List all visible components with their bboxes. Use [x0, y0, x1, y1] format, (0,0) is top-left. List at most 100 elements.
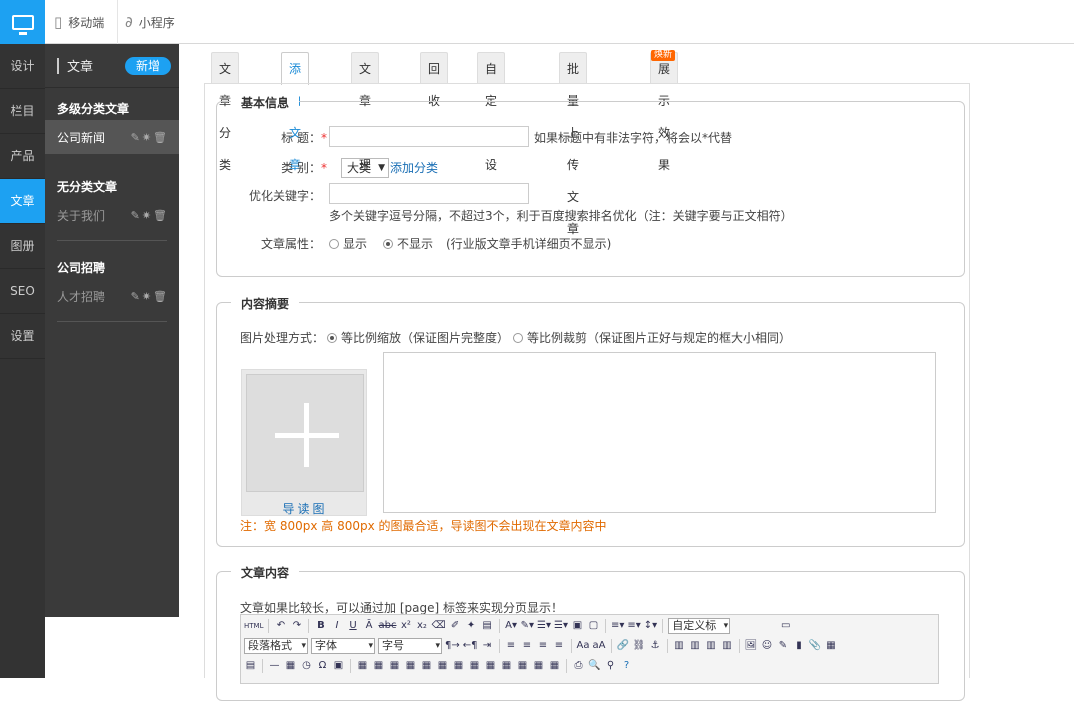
- nav-item-albums[interactable]: 图册: [0, 224, 45, 269]
- superscript-icon[interactable]: x²: [399, 619, 412, 633]
- bold-icon[interactable]: B: [314, 619, 327, 633]
- scrawl-icon[interactable]: ✎: [777, 639, 790, 653]
- tab-display-effect[interactable]: 展示效果 焕新: [650, 50, 679, 172]
- font-size-select[interactable]: 字号: [378, 638, 442, 654]
- edit-icon[interactable]: ✎: [131, 209, 142, 222]
- preview-icon[interactable]: 🔍: [588, 659, 601, 673]
- font-family-select[interactable]: 字体: [311, 638, 375, 654]
- custom-title-select[interactable]: 自定义标: [668, 618, 731, 634]
- edit-icon[interactable]: ✎: [131, 131, 142, 144]
- nav-item-design[interactable]: 设计: [0, 44, 45, 89]
- undo-icon[interactable]: ↶: [274, 619, 287, 633]
- add-article-button[interactable]: 新增: [125, 57, 171, 75]
- align-right-icon[interactable]: ≡: [537, 639, 550, 653]
- split-cells-icon[interactable]: ▦: [516, 659, 529, 673]
- mobile-view-tab[interactable]: ▯ 移动端: [54, 0, 118, 44]
- tab-add-article[interactable]: 添加文章: [281, 52, 310, 172]
- redo-icon[interactable]: ↷: [290, 619, 303, 633]
- insert-col-icon[interactable]: ▦: [436, 659, 449, 673]
- highlight-icon[interactable]: ✎▾: [521, 619, 534, 633]
- nav-item-columns[interactable]: 栏目: [0, 89, 45, 134]
- row-spacing-bottom-icon[interactable]: ≡▾: [627, 619, 640, 633]
- row-spacing-top-icon[interactable]: ≡▾: [611, 619, 624, 633]
- horizontal-rule-icon[interactable]: —: [268, 659, 281, 673]
- list-item-about-us[interactable]: 关于我们 ✎✷🗑: [45, 198, 179, 232]
- help-icon[interactable]: ?: [620, 659, 633, 673]
- group-uncategorized[interactable]: 无分类文章: [45, 166, 179, 198]
- edit-icon[interactable]: ✎: [131, 290, 142, 303]
- group-multi-level[interactable]: 多级分类文章: [45, 88, 179, 120]
- clear-doc-icon[interactable]: ▢: [587, 619, 600, 633]
- category-select[interactable]: 大类 ▼: [341, 158, 389, 178]
- ordered-list-icon[interactable]: ☰▾: [537, 619, 551, 633]
- line-height-icon[interactable]: ↕▾: [644, 619, 657, 633]
- underline-icon[interactable]: U: [346, 619, 359, 633]
- tab-article-manage[interactable]: 文章管理: [351, 52, 380, 172]
- auto-format-icon[interactable]: ✦: [465, 619, 478, 633]
- delete-col-icon[interactable]: ▦: [452, 659, 465, 673]
- format-brush-icon[interactable]: ✐: [449, 619, 462, 633]
- delete-table-icon[interactable]: ▦: [372, 659, 385, 673]
- merge-down-icon[interactable]: ▦: [500, 659, 513, 673]
- radio-scale[interactable]: [327, 333, 337, 343]
- print-icon[interactable]: ⎙: [572, 659, 585, 673]
- tab-recycle-bin[interactable]: 回收站: [420, 52, 449, 140]
- pc-view-tab[interactable]: [0, 0, 45, 44]
- insert-table-icon[interactable]: ▦: [356, 659, 369, 673]
- subscript-icon[interactable]: x₂: [415, 619, 428, 633]
- trash-icon[interactable]: 🗑: [153, 209, 169, 222]
- insert-image-icon[interactable]: 🖼: [745, 639, 758, 653]
- list-item-talent[interactable]: 人才招聘 ✎✷🗑: [45, 279, 179, 313]
- html-source-icon[interactable]: HTML: [244, 619, 263, 633]
- trash-icon[interactable]: 🗑: [153, 290, 169, 303]
- nav-item-articles[interactable]: 文章: [0, 179, 45, 224]
- list-item-company-news[interactable]: 公司新闻 ✎✷🗑: [45, 120, 179, 154]
- select-all-icon[interactable]: ▣: [571, 619, 584, 633]
- thumbnail-uploader[interactable]: 导读图: [241, 369, 367, 516]
- merge-right-icon[interactable]: ▦: [484, 659, 497, 673]
- rtl-icon[interactable]: ←¶: [463, 639, 478, 653]
- rich-text-editor[interactable]: HTML ↶ ↷ B I U Āabc x² x₂ ⌫ ✐ ✦ ▤ A▾ ✎▾ ☰▾ ☰▾ ▣ ▢ ≡▾ ≡▾ ↕…: [240, 614, 939, 684]
- magic-icon[interactable]: ✷: [142, 290, 153, 303]
- nav-item-seo[interactable]: SEO: [0, 269, 45, 314]
- magic-icon[interactable]: ✷: [142, 209, 153, 222]
- split-cols-icon[interactable]: ▦: [548, 659, 561, 673]
- attr-show-option[interactable]: 显示: [329, 235, 367, 252]
- mode-scale-option[interactable]: 等比例缩放（保证图片完整度）: [327, 329, 509, 346]
- paste-text-icon[interactable]: ▤: [481, 619, 494, 633]
- align-left-icon[interactable]: ≡: [505, 639, 518, 653]
- time-icon[interactable]: ◷: [300, 659, 313, 673]
- wordimage-icon[interactable]: ▣: [332, 659, 345, 673]
- split-rows-icon[interactable]: ▦: [532, 659, 545, 673]
- to-upper-icon[interactable]: Aa: [577, 639, 590, 653]
- delete-row-icon[interactable]: ▦: [420, 659, 433, 673]
- map-icon[interactable]: ▦: [825, 639, 838, 653]
- tab-custom-settings[interactable]: 自定义设置: [477, 52, 506, 204]
- link-icon[interactable]: 🔗: [617, 639, 630, 653]
- font-border-icon[interactable]: Ā: [362, 619, 375, 633]
- summary-textarea[interactable]: [383, 352, 936, 513]
- image-center-icon[interactable]: ▥: [721, 639, 734, 653]
- attachment-icon[interactable]: 📎: [809, 639, 822, 653]
- trash-icon[interactable]: 🗑: [153, 131, 169, 144]
- image-right-icon[interactable]: ▥: [705, 639, 718, 653]
- indent-icon[interactable]: ⇥: [481, 639, 494, 653]
- magic-icon[interactable]: ✷: [142, 131, 153, 144]
- date-icon[interactable]: ▦: [284, 659, 297, 673]
- search-replace-icon[interactable]: ⚲: [604, 659, 617, 673]
- keywords-input[interactable]: [329, 183, 529, 204]
- eraser-icon[interactable]: ⌫: [431, 619, 445, 633]
- radio-hide[interactable]: [383, 239, 393, 249]
- title-input[interactable]: [329, 126, 529, 147]
- emotion-icon[interactable]: ☺: [761, 639, 774, 653]
- insert-video-icon[interactable]: ▮: [793, 639, 806, 653]
- tab-batch-upload[interactable]: 批量上传文章: [559, 52, 588, 236]
- add-category-link[interactable]: 添加分类: [390, 159, 438, 176]
- insert-row-icon[interactable]: ▦: [404, 659, 417, 673]
- to-lower-icon[interactable]: aA: [593, 639, 606, 653]
- insert-para-before-table-icon[interactable]: ▦: [388, 659, 401, 673]
- unlink-icon[interactable]: ⛓: [633, 639, 646, 653]
- tab-article-category[interactable]: 文章分类: [211, 52, 240, 172]
- group-recruitment[interactable]: 公司招聘: [45, 247, 179, 279]
- miniprogram-view-tab[interactable]: ∂ 小程序: [125, 0, 175, 44]
